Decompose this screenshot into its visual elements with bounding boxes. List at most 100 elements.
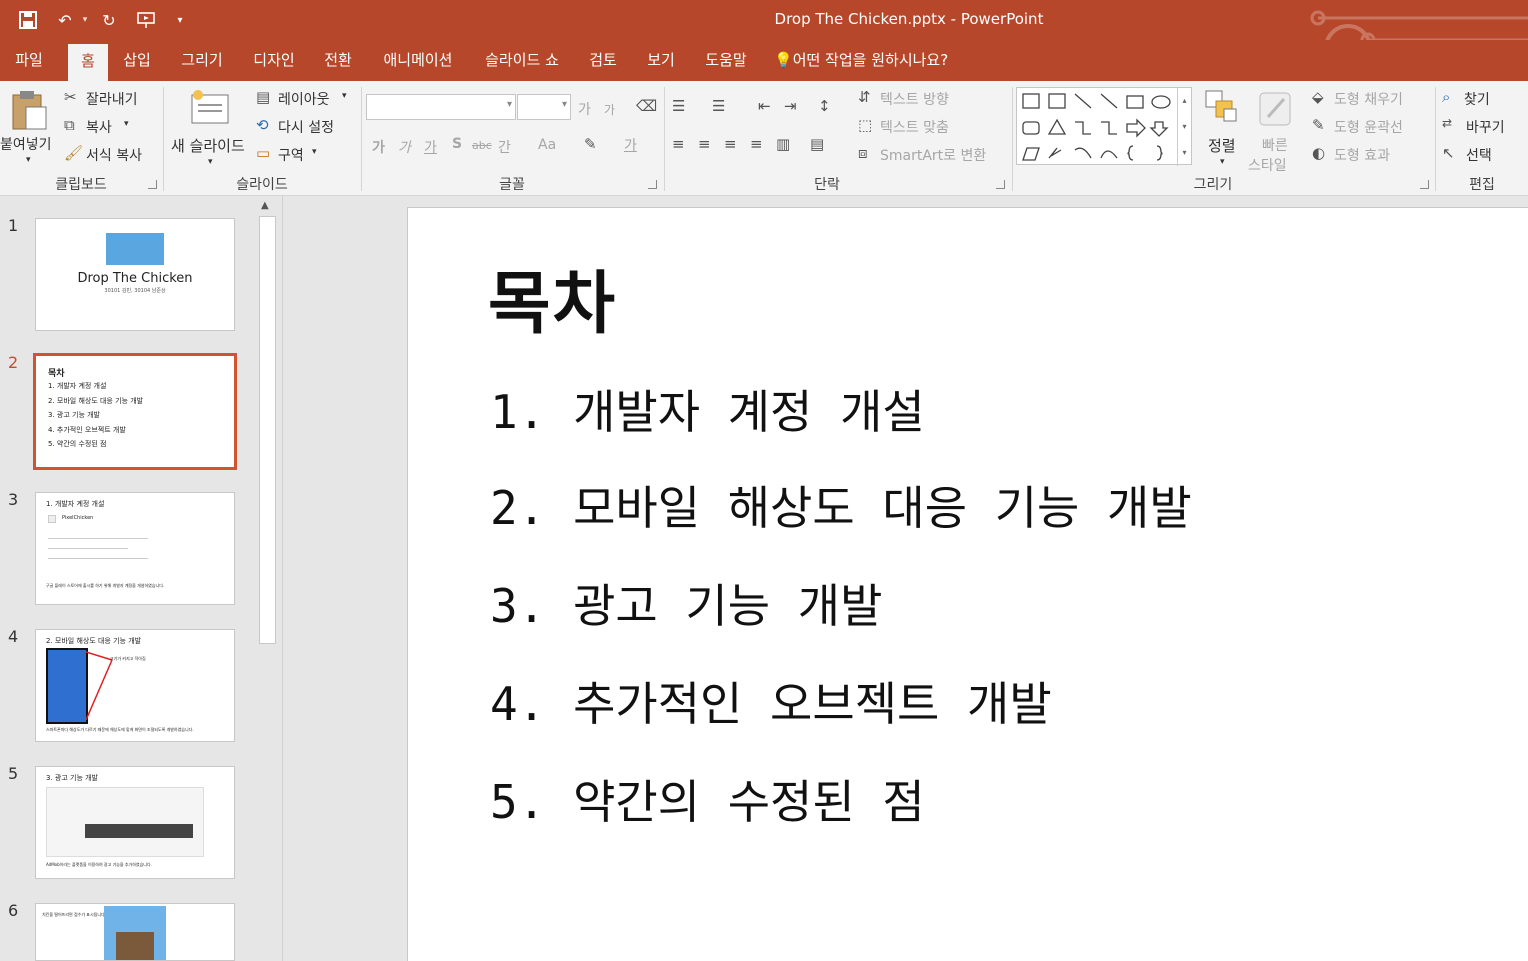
shape-outline-button[interactable]: ✎ 도형 윤곽선 bbox=[1312, 115, 1432, 137]
tab-draw[interactable]: 그리기 bbox=[172, 40, 232, 81]
scrollbar-thumb[interactable] bbox=[259, 216, 276, 644]
shadow-button[interactable]: S bbox=[452, 136, 462, 152]
find-button[interactable]: ⌕ 찾기 bbox=[1442, 87, 1526, 109]
copy-icon: ⧉ bbox=[64, 116, 75, 134]
admob-screenshot-image bbox=[46, 787, 204, 857]
slide-list-item[interactable]: 4. 추가적인 오브젝트 개발 bbox=[490, 668, 1052, 734]
align-text-icon: ⬚ bbox=[858, 116, 873, 134]
slide-list-item[interactable]: 5. 약간의 수정된 점 bbox=[490, 766, 925, 832]
shapes-scroll-icon[interactable]: ▴ ▾ ▾ bbox=[1177, 88, 1191, 166]
copy-dropdown-icon[interactable]: ▾ bbox=[124, 119, 129, 129]
replace-button[interactable]: ⇄ 바꾸기 bbox=[1442, 115, 1526, 137]
arrange-button[interactable]: 정렬 ▾ bbox=[1198, 87, 1246, 169]
drawing-group-label: 그리기 bbox=[1193, 177, 1233, 193]
columns-icon[interactable]: ▤ bbox=[810, 135, 824, 153]
slide-title[interactable]: 목차 bbox=[488, 248, 617, 347]
tab-view[interactable]: 보기 bbox=[638, 40, 684, 81]
tab-transitions[interactable]: 전환 bbox=[316, 40, 360, 81]
paste-button[interactable]: 붙여넣기 ▾ bbox=[0, 87, 60, 169]
shape-effects-button[interactable]: ◐ 도형 효과 bbox=[1312, 143, 1432, 165]
font-launcher-icon[interactable] bbox=[648, 180, 657, 189]
slide-thumbnail-3[interactable]: 1. 개발자 계정 개설 PixelChicken 구글 플레이 스토어에 출시… bbox=[35, 492, 235, 605]
tab-insert[interactable]: 삽입 bbox=[116, 40, 158, 81]
paste-icon bbox=[12, 91, 47, 130]
numbering-icon[interactable]: ☰ bbox=[712, 97, 725, 115]
font-family-combo[interactable] bbox=[366, 94, 516, 120]
tab-help[interactable]: 도움말 bbox=[696, 40, 756, 81]
tab-design[interactable]: 디자인 bbox=[244, 40, 304, 81]
slide-thumbnail-4[interactable]: 2. 모바일 해상도 대응 기능 개발 크기가 커지고 작아짐 스마트폰마다 해… bbox=[35, 629, 235, 742]
paste-dropdown-icon[interactable]: ▾ bbox=[26, 155, 31, 165]
scroll-up-icon[interactable]: ▲ bbox=[261, 200, 269, 211]
slide-list-item[interactable]: 1. 개발자 계정 개설 bbox=[490, 376, 925, 442]
align-center-icon[interactable]: ≡ bbox=[698, 135, 711, 153]
line-spacing-icon[interactable]: ↕ bbox=[818, 97, 831, 115]
paragraph-launcher-icon[interactable] bbox=[996, 180, 1005, 189]
slide-list-item[interactable]: 2. 모바일 해상도 대응 기능 개발 bbox=[490, 472, 1192, 538]
select-button[interactable]: ↖ 선택 bbox=[1442, 143, 1526, 165]
quick-styles-icon bbox=[1259, 92, 1291, 126]
tab-review[interactable]: 검토 bbox=[580, 40, 626, 81]
tell-me-search[interactable]: 💡어떤 작업을 원하시나요? bbox=[774, 40, 968, 81]
clipboard-launcher-icon[interactable] bbox=[148, 180, 157, 189]
bullets-icon[interactable]: ☰ bbox=[672, 97, 685, 115]
cut-button[interactable]: ✂ 잘라내기 bbox=[64, 87, 156, 109]
shapes-icon bbox=[1022, 93, 1171, 161]
pen-icon: ✎ bbox=[1312, 116, 1325, 134]
slide-thumbnail-2[interactable]: 목차 1. 개발자 계정 개설 2. 모바일 해상도 대응 기능 개발 3. 광… bbox=[33, 353, 237, 470]
align-right-icon[interactable]: ≡ bbox=[724, 135, 737, 153]
shapes-gallery[interactable]: ▴ ▾ ▾ bbox=[1016, 87, 1192, 166]
change-case-button[interactable]: Aa bbox=[538, 137, 556, 153]
italic-button[interactable]: 가 bbox=[398, 137, 411, 157]
clipboard-group-label: 클립보드 bbox=[55, 177, 107, 193]
smartart-convert-button[interactable]: ⧈ SmartArt로 변환 bbox=[858, 143, 1004, 165]
new-slide-dropdown-icon[interactable]: ▾ bbox=[208, 157, 213, 167]
decrease-font-size-button[interactable]: 가 bbox=[604, 101, 615, 118]
tab-slideshow[interactable]: 슬라이드 쇼 bbox=[476, 40, 568, 81]
new-slide-button[interactable]: 새 슬라이드 ▾ bbox=[168, 87, 252, 169]
increase-indent-icon[interactable]: ⇥ bbox=[784, 97, 797, 115]
layout-button[interactable]: ▤ 레이아웃 ▾ bbox=[256, 87, 356, 109]
slide-thumbnail-5[interactable]: 3. 광고 기능 개발 AdMob이라는 플랫폼을 이용하여 광고 기능을 추가… bbox=[35, 766, 235, 879]
slides-group-label: 슬라이드 bbox=[236, 177, 288, 193]
reset-button[interactable]: ⟲ 다시 설정 bbox=[256, 115, 356, 137]
slide-thumbnails-pane[interactable]: 1 Drop The Chicken 30101 김민, 30104 남준상 2… bbox=[0, 196, 283, 961]
quick-styles-button[interactable]: 빠른 스타일 bbox=[1248, 87, 1304, 174]
strikethrough-button[interactable]: abc bbox=[472, 139, 492, 152]
clear-formatting-icon[interactable]: ⌫ bbox=[636, 97, 657, 115]
justify-icon[interactable]: ≡ bbox=[750, 135, 763, 153]
fill-bucket-icon: ⬙ bbox=[1312, 88, 1324, 106]
font-size-combo[interactable] bbox=[517, 94, 571, 120]
section-button[interactable]: ▭ 구역 ▾ bbox=[256, 143, 356, 165]
slide-list-item[interactable]: 3. 광고 기능 개발 bbox=[490, 570, 882, 636]
cursor-icon: ↖ bbox=[1442, 144, 1455, 162]
increase-font-size-button[interactable]: 가 bbox=[578, 99, 591, 119]
phone-screenshot-image bbox=[46, 648, 88, 724]
bold-button[interactable]: 가 bbox=[372, 137, 385, 157]
tab-home[interactable]: 홈 bbox=[68, 44, 108, 81]
search-icon: ⌕ bbox=[1442, 88, 1451, 106]
ribbon-tabs: 파일 홈 삽입 그리기 디자인 전환 애니메이션 슬라이드 쇼 검토 보기 도움… bbox=[0, 40, 1528, 81]
thumb-number: 2 bbox=[8, 353, 19, 372]
character-spacing-button[interactable]: 간 bbox=[498, 137, 511, 157]
tab-animations[interactable]: 애니메이션 bbox=[372, 40, 464, 81]
current-slide[interactable]: 목차 1. 개발자 계정 개설 2. 모바일 해상도 대응 기능 개발 3. 광… bbox=[407, 207, 1528, 961]
highlight-icon[interactable]: ✎ bbox=[584, 135, 597, 153]
text-direction-button[interactable]: ⇵ 텍스트 방향 bbox=[858, 87, 978, 109]
underline-button[interactable]: 가 bbox=[424, 137, 437, 157]
effects-icon: ◐ bbox=[1312, 144, 1326, 162]
align-text-button[interactable]: ⬚ 텍스트 맞춤 bbox=[858, 115, 978, 137]
drawing-launcher-icon[interactable] bbox=[1420, 180, 1429, 189]
shape-fill-button[interactable]: ⬙ 도형 채우기 bbox=[1312, 87, 1432, 109]
tab-file[interactable]: 파일 bbox=[0, 40, 58, 81]
align-left-icon[interactable]: ≡ bbox=[672, 135, 685, 153]
slide-thumbnail-1[interactable]: Drop The Chicken 30101 김민, 30104 남준상 bbox=[35, 218, 235, 331]
arrange-icon bbox=[1205, 90, 1237, 122]
slide-thumbnail-6[interactable]: 치킨을 떨어뜨리면 점수가 표시됩니다. bbox=[35, 903, 235, 961]
format-painter-button[interactable]: 🖌 서식 복사 bbox=[64, 143, 160, 165]
font-color-button[interactable]: 가 bbox=[624, 135, 637, 155]
distributed-icon[interactable]: ▥ bbox=[776, 135, 790, 153]
thumb-number: 5 bbox=[8, 764, 19, 783]
decrease-indent-icon[interactable]: ⇤ bbox=[758, 97, 771, 115]
copy-button[interactable]: ⧉ 복사 ▾ bbox=[64, 115, 156, 137]
